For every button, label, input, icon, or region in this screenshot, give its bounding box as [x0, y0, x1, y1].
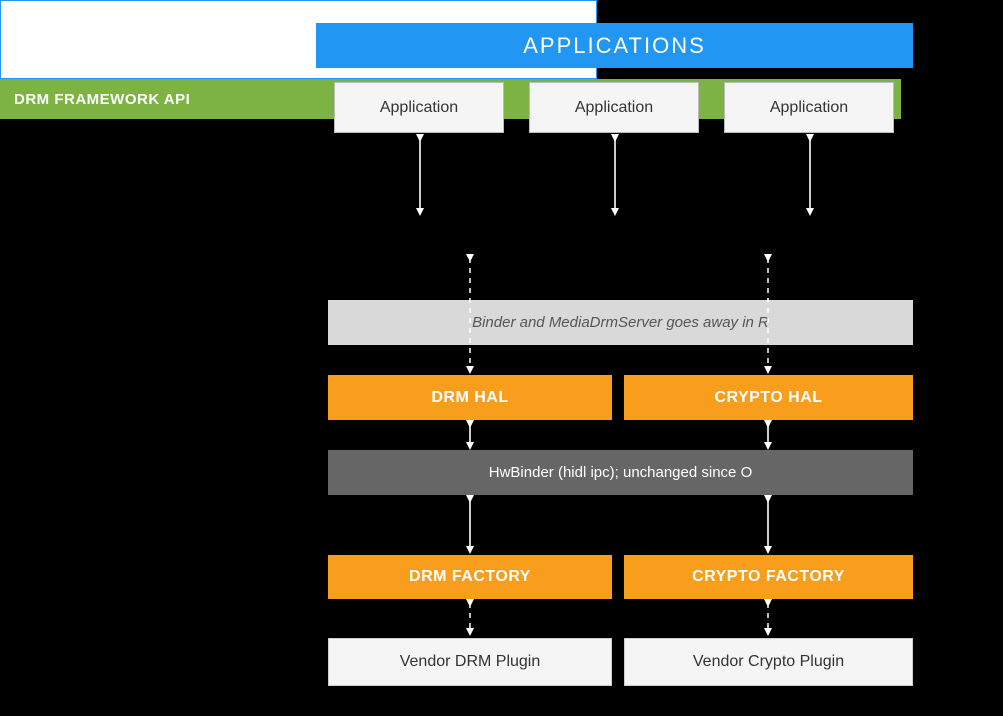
- binder-note: Binder and MediaDrmServer goes away in R: [328, 300, 913, 345]
- application-box: Application: [724, 82, 894, 133]
- vendor-drm-plugin: Vendor DRM Plugin: [328, 638, 612, 686]
- crypto-hal: CRYPTO HAL: [624, 375, 913, 420]
- applications-header: APPLICATIONS: [316, 23, 913, 68]
- drm-hal: DRM HAL: [328, 375, 612, 420]
- crypto-factory: CRYPTO FACTORY: [624, 555, 913, 599]
- application-box: Application: [529, 82, 699, 133]
- vendor-crypto-plugin: Vendor Crypto Plugin: [624, 638, 913, 686]
- hwbinder-bar: HwBinder (hidl ipc); unchanged since O: [328, 450, 913, 495]
- drm-factory: DRM FACTORY: [328, 555, 612, 599]
- application-box: Application: [334, 82, 504, 133]
